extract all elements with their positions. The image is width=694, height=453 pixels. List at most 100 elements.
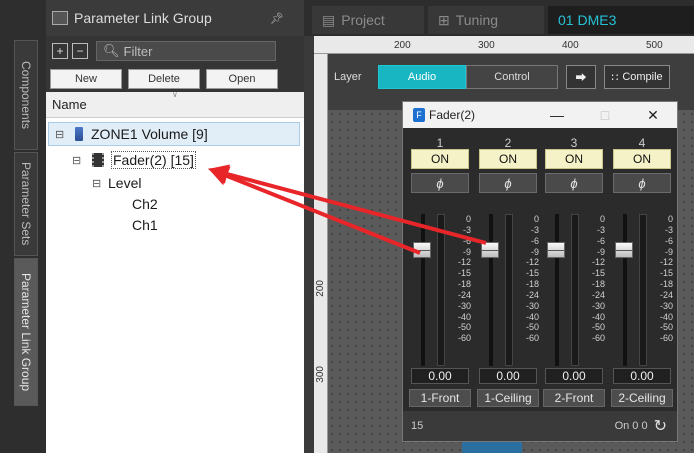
db-scale: 0 -3 -6 -9 -12 -15 -18 -24 -30 -40 -50 -60 <box>583 214 605 366</box>
channel-strip: 2 ON ϕ 0 -3 -6 -9 -12 -15 -18 -24 -30 -40 -50 -60 0… <box>475 128 541 408</box>
scale-tick: -15 <box>659 268 673 279</box>
fader-track[interactable] <box>421 214 425 366</box>
refresh-icon[interactable]: ↻ <box>654 416 667 436</box>
fader-track[interactable] <box>623 214 627 366</box>
scale-tick: -50 <box>525 322 539 333</box>
column-header-label: Name <box>52 97 87 112</box>
collapse-all-button[interactable]: − <box>72 43 88 59</box>
collapse-icon[interactable]: ⊟ <box>72 154 84 167</box>
scale-tick: -24 <box>457 289 471 300</box>
scale-tick: -6 <box>664 235 673 246</box>
ruler-tick: 400 <box>562 40 579 51</box>
compile-button[interactable]: ∷ Compile <box>604 65 670 89</box>
scale-tick: 0 <box>599 214 605 224</box>
new-button[interactable]: New <box>50 69 122 89</box>
search-icon: 🔍︎ <box>103 43 120 58</box>
layer-control-button[interactable]: Control <box>466 65 558 89</box>
phase-invert-button[interactable]: ϕ <box>545 173 603 193</box>
fader-value[interactable]: 0.00 <box>411 368 469 384</box>
minimize-button[interactable]: — <box>537 102 577 128</box>
scale-tick: -12 <box>525 257 539 268</box>
scale-tick: -18 <box>659 279 673 290</box>
tree-node-zone[interactable]: ⊟ ZONE1 Volume [9] <box>48 122 300 146</box>
side-tab-bar: Components Parameter Sets Parameter Link… <box>0 0 46 453</box>
db-scale: 0 -3 -6 -9 -12 -15 -18 -24 -30 -40 -50 -60 <box>517 214 539 366</box>
scale-tick: -6 <box>596 235 605 246</box>
scale-tick: -30 <box>525 300 539 311</box>
phase-invert-button[interactable]: ϕ <box>613 173 671 193</box>
level-meter <box>437 214 445 366</box>
channel-on-button[interactable]: ON <box>545 149 603 169</box>
fader-track[interactable] <box>555 214 559 366</box>
scale-tick: -18 <box>525 279 539 290</box>
app-icon: F <box>413 108 425 122</box>
layer-audio-button[interactable]: Audio <box>378 65 466 89</box>
tab-components[interactable]: Components <box>14 40 38 150</box>
tab-tuning[interactable]: ⊞ Tuning <box>428 6 544 34</box>
maximize-button[interactable]: □ <box>585 102 625 128</box>
phase-invert-button[interactable]: ϕ <box>479 173 537 193</box>
tree-node-ch2-label: Ch2 <box>132 196 158 212</box>
scale-tick: -6 <box>530 235 539 246</box>
channel-on-button[interactable]: ON <box>411 149 469 169</box>
fader-value[interactable]: 0.00 <box>479 368 537 384</box>
collapse-icon[interactable]: ⊟ <box>55 128 67 141</box>
scale-tick: -3 <box>462 224 471 235</box>
tree-node-level-label: Level <box>108 175 142 191</box>
document-tab-bar: ▤ Project ⊞ Tuning 01 DME3 <box>304 0 694 36</box>
channel-on-button[interactable]: ON <box>479 149 537 169</box>
tree-node-ch1[interactable]: Ch1 <box>132 214 158 236</box>
scale-tick: -15 <box>457 268 471 279</box>
panel-toolbar: + − 🔍︎ Filter <box>46 36 304 66</box>
fader-handle[interactable] <box>481 242 499 258</box>
filter-input[interactable]: 🔍︎ Filter <box>96 41 276 61</box>
scale-tick: -12 <box>591 257 605 268</box>
footer-status: On 0 0 <box>614 420 648 432</box>
expand-all-button[interactable]: + <box>52 43 68 59</box>
level-meter <box>505 214 513 366</box>
scale-tick: -6 <box>462 235 471 246</box>
close-button[interactable]: ✕ <box>633 102 673 128</box>
phase-invert-button[interactable]: ϕ <box>411 173 469 193</box>
delete-button[interactable]: Delete <box>128 69 200 89</box>
name-column-header[interactable]: Name ∨ <box>46 90 304 118</box>
tree-node-fader[interactable]: ⊟ Fader(2) [15] <box>72 148 196 172</box>
tab-project[interactable]: ▤ Project <box>312 6 424 34</box>
channel-strip: 4 ON ϕ 0 -3 -6 -9 -12 -15 -18 -24 -30 -40 -50 -60 0… <box>609 128 675 408</box>
scale-tick: -18 <box>457 279 471 290</box>
plug-icon[interactable]: ⮕ <box>566 65 596 89</box>
fader-handle[interactable] <box>547 242 565 258</box>
scale-tick: -50 <box>659 322 673 333</box>
compile-icon: ∷ <box>611 71 619 84</box>
tab-parameter-link-group[interactable]: Parameter Link Group <box>14 258 38 406</box>
sort-chevron-icon: ∨ <box>172 90 178 99</box>
fader-handle[interactable] <box>413 242 431 258</box>
tab-parameter-sets[interactable]: Parameter Sets <box>14 152 38 256</box>
filter-placeholder: Filter <box>123 43 153 59</box>
fader-track[interactable] <box>489 214 493 366</box>
link-group-icon <box>52 11 68 25</box>
scale-tick: 0 <box>465 214 471 224</box>
db-scale: 0 -3 -6 -9 -12 -15 -18 -24 -30 -40 -50 -60 <box>651 214 673 366</box>
channel-name: 1-Front <box>409 389 471 407</box>
channel-number: 4 <box>638 136 646 150</box>
tree-node-level[interactable]: ⊟ Level <box>92 172 141 194</box>
collapse-icon[interactable]: ⊟ <box>92 177 104 190</box>
level-meter <box>639 214 647 366</box>
fader-value[interactable]: 0.00 <box>613 368 671 384</box>
tree-node-ch2[interactable]: Ch2 <box>132 193 158 215</box>
fader-window-title: Fader(2) <box>429 108 476 122</box>
scale-tick: -9 <box>664 246 673 257</box>
scale-tick: -30 <box>659 300 673 311</box>
tab-device[interactable]: 01 DME3 <box>548 6 694 34</box>
channel-name: 2-Front <box>543 389 605 407</box>
pin-icon[interactable]: 📌︎ <box>270 12 284 25</box>
channel-name: 2-Ceiling <box>611 389 673 407</box>
scale-tick: -50 <box>591 322 605 333</box>
scale-tick: -18 <box>591 279 605 290</box>
fader-handle[interactable] <box>615 242 633 258</box>
channel-on-button[interactable]: ON <box>613 149 671 169</box>
scale-tick: -15 <box>591 268 605 279</box>
open-button[interactable]: Open <box>206 69 278 89</box>
fader-value[interactable]: 0.00 <box>545 368 603 384</box>
